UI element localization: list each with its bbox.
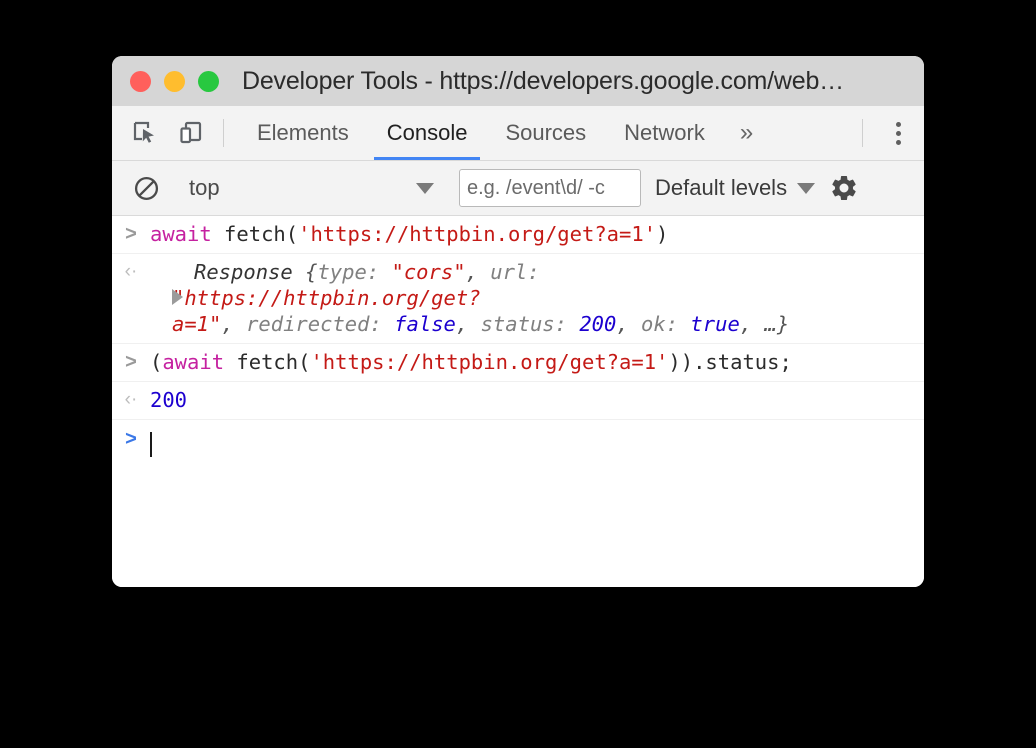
prop-type-key: type: [317, 260, 392, 284]
cmd-prefix: ( [150, 350, 163, 374]
console-filter-input[interactable]: e.g. /event\d/ -c [459, 169, 641, 207]
page-root: Developer Tools - https://developers.goo… [0, 0, 1036, 748]
inspect-element-icon[interactable] [122, 106, 168, 160]
menu-divider [862, 119, 863, 147]
object-line-2: "https://httpbin.org/get? [172, 285, 914, 311]
tab-elements[interactable]: Elements [238, 106, 368, 160]
prop-ok-key: ok: [641, 312, 691, 336]
tab-network[interactable]: Network [605, 106, 724, 160]
sep-1: , [465, 260, 491, 284]
more-tabs-label: » [739, 119, 754, 146]
sep-4: , [616, 312, 642, 336]
response-object-preview[interactable]: Response {type: "cors", url: "https://ht… [150, 259, 924, 337]
window-title: Developer Tools - https://developers.goo… [242, 66, 844, 95]
panel-tabs: Elements Console Sources Network » [238, 106, 769, 160]
tab-bar-right [853, 106, 924, 160]
devtools-tab-bar: Elements Console Sources Network » [112, 106, 924, 161]
object-open-brace: { [305, 260, 318, 284]
cmd-string: 'https://httpbin.org/get?a=1' [310, 350, 669, 374]
kebab-menu-icon[interactable] [872, 106, 924, 160]
console-prompt-row[interactable]: > [112, 420, 924, 460]
input-chevron-icon: > [125, 223, 137, 245]
title-bar: Developer Tools - https://developers.goo… [112, 56, 924, 106]
cmd-call-open: fetch( [211, 222, 299, 246]
tab-sources-label: Sources [505, 120, 587, 145]
log-level-selector[interactable]: Default levels [655, 175, 816, 201]
clear-console-icon[interactable] [126, 175, 166, 202]
window-controls [130, 70, 219, 92]
tab-elements-label: Elements [257, 120, 349, 145]
object-tail: , …} [739, 312, 790, 336]
prop-redirected-key: redirected: [246, 312, 395, 336]
sep-2: , [221, 312, 247, 336]
result-arrow-icon: ‹· [124, 389, 138, 410]
cmd-keyword: await [162, 350, 225, 374]
minimize-window-button[interactable] [164, 70, 185, 92]
console-input-text: (await fetch('https://httpbin.org/get?a=… [150, 349, 924, 375]
prompt-chevron-icon: > [125, 428, 137, 450]
console-toolbar: top e.g. /event\d/ -c Default levels [112, 161, 924, 216]
console-message-list[interactable]: > await fetch('https://httpbin.org/get?a… [112, 216, 924, 587]
cmd-string: 'https://httpbin.org/get?a=1' [298, 222, 657, 246]
console-input-row[interactable]: > (await fetch('https://httpbin.org/get?… [112, 344, 924, 382]
console-result-row[interactable]: ‹· 200 [112, 382, 924, 420]
prop-url-value-part2: a=1" [172, 312, 222, 336]
prop-redirected-value: false [394, 312, 456, 336]
cmd-call-open: fetch( [224, 350, 311, 374]
prop-status-key: status: [480, 312, 580, 336]
cmd-keyword: await [150, 222, 212, 246]
tab-console-label: Console [386, 120, 468, 145]
console-result-text: 200 [150, 387, 924, 413]
prop-status-value: 200 [579, 312, 617, 336]
chevron-down-icon [797, 182, 816, 194]
console-result-object-row[interactable]: ‹· Response {type: "cors", url: "https:/… [112, 254, 924, 344]
expand-triangle-icon[interactable] [172, 289, 183, 305]
prop-url-key: url: [490, 260, 540, 284]
prop-url-value-part1: "https://httpbin.org/get? [172, 286, 481, 310]
device-toolbar-icon[interactable] [168, 106, 214, 160]
console-prompt-input[interactable] [150, 428, 924, 457]
prop-type-value: "cors" [391, 260, 466, 284]
cmd-call-close: )).status; [668, 350, 792, 374]
toolbar-divider [223, 119, 224, 147]
close-window-button[interactable] [130, 70, 151, 92]
result-value: 200 [150, 388, 188, 412]
object-class-name: Response [194, 260, 306, 284]
tab-console[interactable]: Console [368, 106, 487, 160]
chevron-down-icon [416, 182, 434, 194]
tab-sources[interactable]: Sources [486, 106, 605, 160]
devtools-window: Developer Tools - https://developers.goo… [112, 56, 924, 587]
more-tabs-icon[interactable]: » [724, 106, 769, 160]
log-level-label: Default levels [655, 175, 788, 200]
prop-ok-value: true [690, 312, 740, 336]
console-input-row[interactable]: > await fetch('https://httpbin.org/get?a… [112, 216, 924, 254]
input-chevron-icon: > [125, 351, 137, 373]
filter-placeholder-text: e.g. /event\d/ -c [467, 176, 605, 199]
cmd-call-close: ) [656, 222, 669, 246]
result-arrow-icon: ‹· [124, 261, 138, 282]
execution-context-selector[interactable]: top [185, 175, 440, 201]
object-line-3: a=1", redirected: false, status: 200, ok… [172, 311, 914, 337]
sep-3: , [455, 312, 481, 336]
gear-icon[interactable] [829, 173, 859, 203]
text-cursor [150, 431, 152, 457]
maximize-window-button[interactable] [198, 70, 219, 92]
execution-context-label: top [189, 175, 220, 200]
tab-network-label: Network [624, 120, 705, 145]
console-input-text: await fetch('https://httpbin.org/get?a=1… [150, 221, 924, 247]
